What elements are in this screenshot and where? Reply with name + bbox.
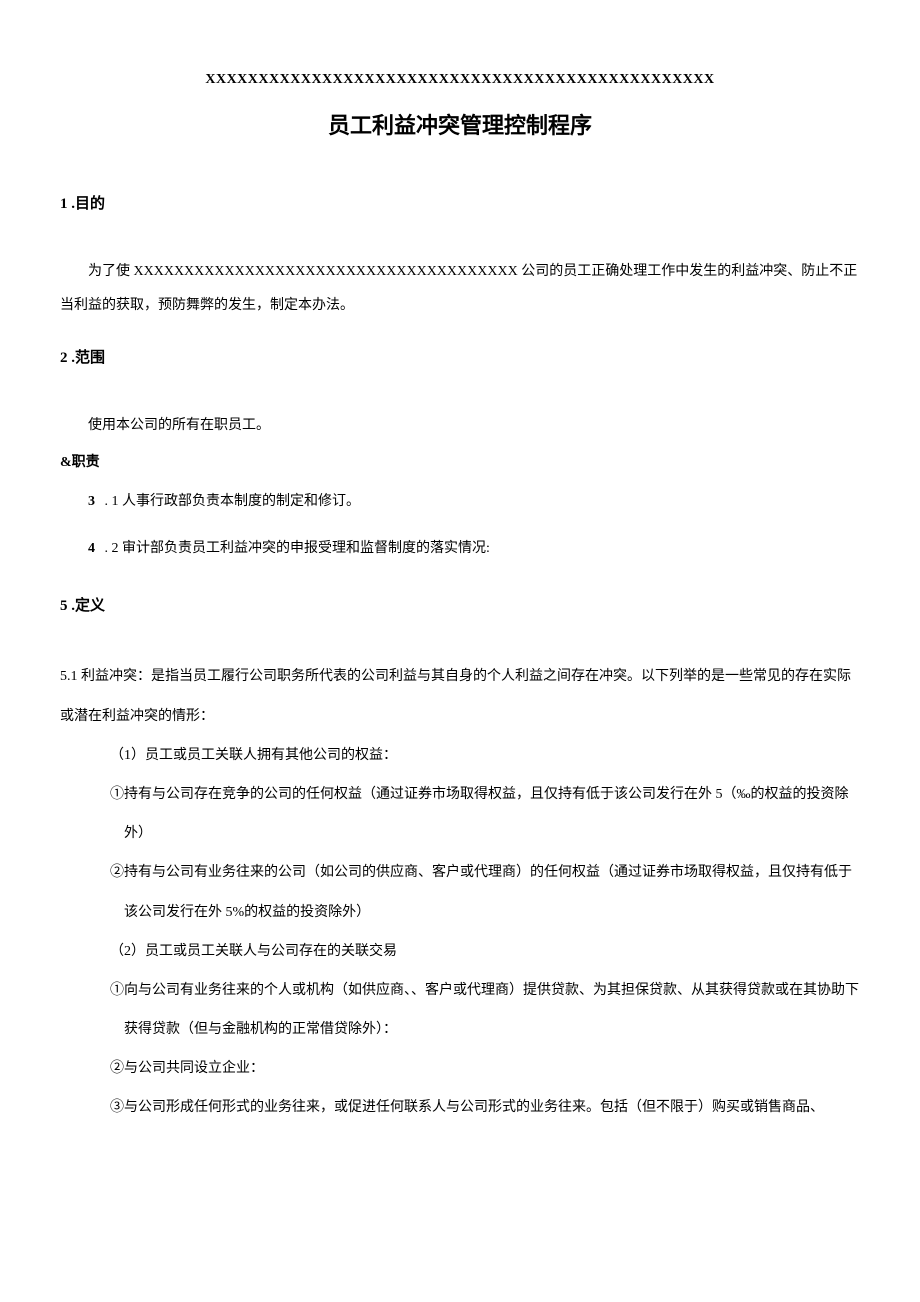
section-3-item-1-text: . 1 人事行政部负责本制度的制定和修订。 — [101, 494, 360, 509]
company-placeholder-line: XXXXXXXXXXXXXXXXXXXXXXXXXXXXXXXXXXXXXXXX… — [60, 72, 860, 88]
definition-5-1-main: 5.1 利益冲突：是指当员工履行公司职务所代表的公司利益与其自身的个人利益之间存… — [60, 657, 860, 735]
section-1-body: 为了使 XXXXXXXXXXXXXXXXXXXXXXXXXXXXXXXXXXXX… — [60, 255, 860, 322]
section-3-item-2-text: . 2 审计部负责员工利益冲突的申报受理和监督制度的落实情况: — [101, 541, 490, 556]
section-2-body: 使用本公司的所有在职员工。 — [60, 409, 860, 443]
definition-sub-1-item-1: ①持有与公司存在竞争的公司的任何权益（通过证券市场取得权益，且仅持有低于该公司发… — [60, 775, 860, 853]
definition-sub-2-item-2: ②与公司共同设立企业： — [60, 1049, 860, 1088]
definition-sub-2-item-3: ③与公司形成任何形式的业务往来，或促进任何联系人与公司形式的业务往来。包括（但不… — [60, 1088, 860, 1127]
definition-sub-1-item-2: ②持有与公司有业务往来的公司（如公司的供应商、客户或代理商）的任何权益（通过证券… — [60, 853, 860, 931]
section-3-heading: &职责 — [60, 451, 860, 471]
definition-sub-2-title: （2）员工或员工关联人与公司存在的关联交易 — [60, 932, 860, 971]
section-5-heading: 5 .定义 — [60, 594, 860, 615]
section-3-item-2-num: 4 — [88, 534, 95, 565]
section-3-item-1-num: 3 — [88, 487, 95, 518]
document-title: 员工利益冲突管理控制程序 — [60, 108, 860, 140]
section-3-item-1: 3 . 1 人事行政部负责本制度的制定和修订。 — [88, 487, 860, 518]
section-3-item-2: 4 . 2 审计部负责员工利益冲突的申报受理和监督制度的落实情况: — [88, 534, 860, 565]
definition-sub-2-item-1: ①向与公司有业务往来的个人或机构（如供应商、、客户或代理商）提供贷款、为其担保贷… — [60, 971, 860, 1049]
section-2-heading: 2 .范围 — [60, 346, 860, 367]
section-1-heading: 1 .目的 — [60, 192, 860, 213]
definition-sub-1-title: （1）员工或员工关联人拥有其他公司的权益： — [60, 736, 860, 775]
